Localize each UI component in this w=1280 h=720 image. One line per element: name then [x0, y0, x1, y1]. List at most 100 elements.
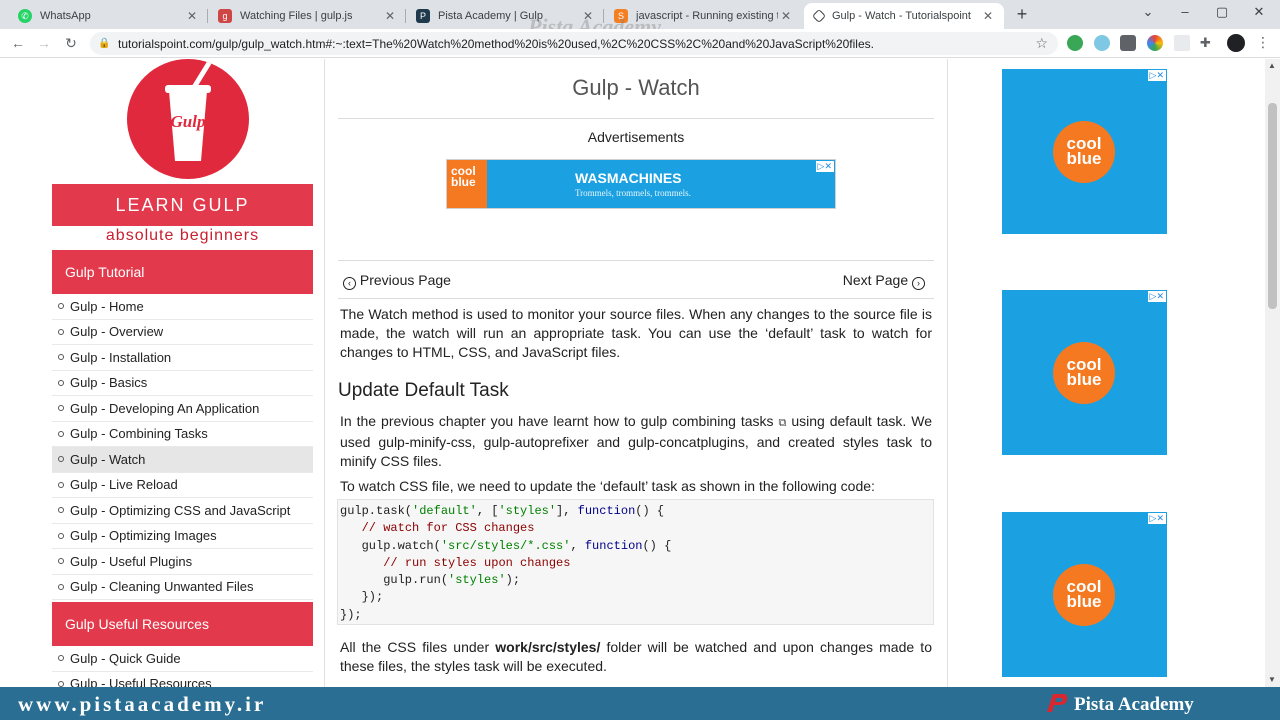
pager: ‹ Previous Page Next Page ›	[343, 272, 925, 292]
minimize-icon[interactable]: –	[1174, 4, 1196, 24]
extension-icon[interactable]	[1174, 35, 1190, 51]
side-ad[interactable]: cool blue ▷✕	[1002, 512, 1167, 677]
sidebar-item-useful-plugins[interactable]: Gulp - Useful Plugins	[52, 549, 313, 575]
avatar[interactable]	[1227, 34, 1245, 52]
sidebar-item-label[interactable]: Gulp - Basics	[70, 375, 147, 390]
window-close-icon[interactable]: ✕	[1248, 4, 1270, 24]
extension-icon[interactable]	[1067, 35, 1083, 51]
sidebar-item-label[interactable]: Gulp - Cleaning Unwanted Files	[70, 579, 254, 594]
previous-page-link[interactable]: ‹ Previous Page	[343, 272, 451, 290]
url-text[interactable]: tutorialspoint.com/gulp/gulp_watch.htm#:…	[118, 37, 874, 51]
next-page-link[interactable]: Next Page ›	[843, 272, 925, 290]
sidebar-item-label[interactable]: Gulp - Home	[70, 299, 144, 314]
pista-icon: P	[416, 9, 430, 23]
svg-text:Gulp: Gulp	[171, 112, 206, 131]
banner-ad[interactable]: cool blue WASMACHINES Trommels, trommels…	[446, 159, 836, 209]
side-ad[interactable]: cool blue ▷✕	[1002, 290, 1167, 455]
paragraph: To watch CSS file, we need to update the…	[340, 478, 875, 494]
bookmark-star-icon[interactable]: ☆	[1035, 35, 1048, 52]
back-icon[interactable]: ←	[8, 33, 28, 53]
close-icon[interactable]: ✕	[980, 9, 996, 23]
brand-url: www.pistaacademy.ir	[18, 692, 267, 716]
bullet-icon	[58, 405, 64, 412]
address-bar[interactable]: 🔒 tutorialspoint.com/gulp/gulp_watch.htm…	[90, 32, 1058, 55]
sidebar-item-label[interactable]: Gulp - Optimizing CSS and JavaScript	[70, 503, 290, 518]
close-icon[interactable]: ✕	[184, 9, 200, 23]
close-icon[interactable]: ✕	[382, 9, 398, 23]
tutorialspoint-icon	[811, 8, 827, 24]
adchoices-icon[interactable]: ▷✕	[1147, 70, 1166, 81]
sidebar-item-live-reload[interactable]: Gulp - Live Reload	[52, 473, 313, 498]
previous-label[interactable]: Previous Page	[360, 272, 451, 288]
sidebar-item-label[interactable]: Gulp - Live Reload	[70, 477, 178, 492]
sidebar-item-cleaning[interactable]: Gulp - Cleaning Unwanted Files	[52, 575, 313, 600]
paragraph: In the previous chapter you have learnt …	[340, 412, 932, 471]
ad-subtitle: Trommels, trommels, trommels.	[575, 188, 691, 198]
new-tab-button[interactable]: +	[1012, 4, 1032, 24]
puzzle-icon[interactable]: ✚	[1200, 35, 1216, 51]
sidebar-item-label[interactable]: Gulp - Installation	[70, 350, 171, 365]
sidebar-item-combining[interactable]: Gulp - Combining Tasks	[52, 422, 313, 447]
ad-title: WASMACHINES	[575, 170, 682, 186]
tab-whatsapp[interactable]: ✆ WhatsApp ✕	[8, 3, 208, 29]
page-title: Gulp - Watch	[572, 75, 700, 100]
coolblue-logo: cool blue	[1053, 564, 1115, 626]
extension-icon[interactable]	[1120, 35, 1136, 51]
sidebar-item-useful-resources[interactable]: Gulp - Useful Resources	[52, 672, 313, 687]
tab-strip: ✆ WhatsApp ✕ g Watching Files | gulp.js …	[0, 0, 1280, 39]
text: In the previous chapter you have learnt …	[340, 413, 641, 429]
sidebar-item-quick-guide[interactable]: Gulp - Quick Guide	[52, 646, 313, 672]
close-icon[interactable]: ✕	[778, 9, 794, 23]
gulp-combining-tasks-link[interactable]: gulp combining tasks	[641, 413, 774, 429]
sidebar-item-overview[interactable]: Gulp - Overview	[52, 320, 313, 345]
sidebar-item-label[interactable]: Gulp - Overview	[70, 324, 163, 339]
page-viewport: Gulp LEARN GULP absolute beginners Gulp …	[0, 59, 1280, 687]
sidebar-item-label[interactable]: Gulp - Quick Guide	[70, 651, 181, 666]
next-label[interactable]: Next Page	[843, 272, 908, 288]
coolblue-logo: cool blue	[1053, 342, 1115, 404]
adchoices-icon[interactable]: ▷✕	[815, 161, 834, 172]
menu-icon[interactable]: ⋮	[1256, 34, 1270, 51]
side-ad[interactable]: cool blue ▷✕	[1002, 69, 1167, 234]
extension-icon[interactable]	[1147, 35, 1163, 51]
text: All the CSS files under	[340, 639, 496, 655]
sidebar-item-home[interactable]: Gulp - Home	[52, 294, 313, 320]
sidebar-item-installation[interactable]: Gulp - Installation	[52, 345, 313, 371]
forward-icon[interactable]: →	[34, 33, 54, 53]
brand-name: Pista Academy	[1074, 694, 1194, 715]
sidebar-item-optimizing-images[interactable]: Gulp - Optimizing Images	[52, 524, 313, 549]
sidebar-item-label[interactable]: Gulp - Combining Tasks	[70, 426, 208, 441]
sidebar-section-title: Gulp Tutorial	[52, 250, 313, 294]
brand-bar: www.pistaacademy.ir Pista Academy	[0, 687, 1280, 720]
tab-tutorialspoint[interactable]: Gulp - Watch - Tutorialspoint ✕	[804, 3, 1004, 29]
whatsapp-icon: ✆	[18, 9, 32, 23]
reload-icon[interactable]: ↻	[61, 33, 81, 53]
code-block[interactable]: gulp.task('default', ['styles'], functio…	[337, 499, 934, 625]
sidebar-item-optimizing-css[interactable]: Gulp - Optimizing CSS and JavaScript	[52, 498, 313, 524]
adchoices-icon[interactable]: ▷✕	[1147, 291, 1166, 302]
adchoices-icon[interactable]: ▷✕	[1147, 513, 1166, 524]
bullet-icon	[58, 303, 64, 310]
sidebar-item-label[interactable]: Gulp - Useful Resources	[70, 676, 212, 687]
sidebar-item-label[interactable]: Gulp - Developing An Application	[70, 401, 259, 416]
extension-icon[interactable]	[1094, 35, 1110, 51]
sidebar-item-label[interactable]: Gulp - Optimizing Images	[70, 528, 217, 543]
scrollbar-thumb[interactable]	[1268, 103, 1277, 309]
maximize-icon[interactable]: ▢	[1211, 4, 1233, 24]
scrollbar[interactable]: ▲ ▼	[1265, 59, 1280, 687]
scroll-down-icon[interactable]: ▼	[1268, 675, 1276, 684]
intro-paragraph: The Watch method is used to monitor your…	[340, 306, 932, 360]
sidebar-item-developing[interactable]: Gulp - Developing An Application	[52, 396, 313, 422]
sidebar-item-label[interactable]: Gulp - Useful Plugins	[70, 554, 192, 569]
chevron-right-icon: ›	[912, 277, 925, 290]
tab-search-icon[interactable]: ⌄	[1137, 4, 1159, 24]
sidebar-item-watch[interactable]: Gulp - Watch	[52, 447, 313, 473]
divider	[338, 118, 934, 119]
lock-icon[interactable]: 🔒	[98, 38, 110, 49]
sidebar-item-basics[interactable]: Gulp - Basics	[52, 371, 313, 396]
tab-label: Watching Files | gulp.js	[240, 10, 353, 22]
tab-gulpjs[interactable]: g Watching Files | gulp.js ✕	[208, 3, 406, 29]
folder-path: work/src/styles/	[495, 639, 601, 655]
sidebar-item-label[interactable]: Gulp - Watch	[70, 452, 145, 467]
scroll-up-icon[interactable]: ▲	[1268, 61, 1276, 70]
